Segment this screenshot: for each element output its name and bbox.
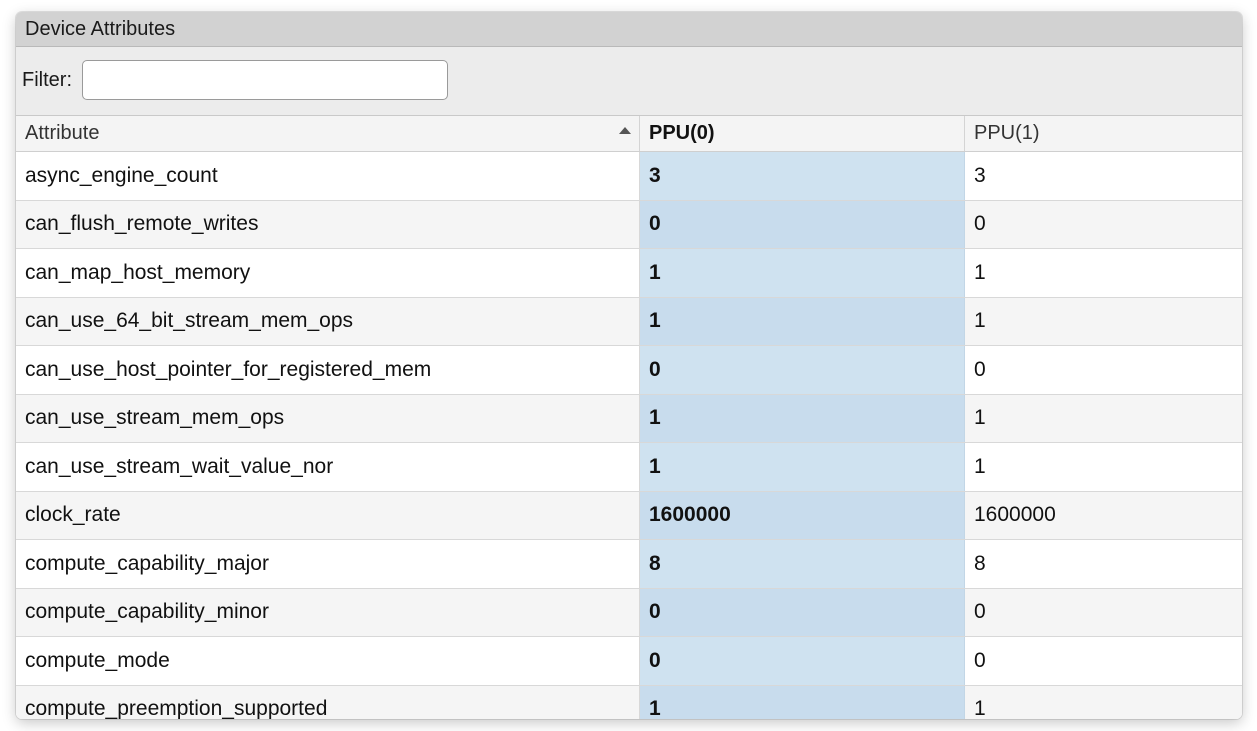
table-row[interactable]: can_use_stream_mem_ops 1 1 <box>16 394 1242 443</box>
cell-ppu0: 1 <box>640 685 965 719</box>
table-row[interactable]: can_flush_remote_writes 0 0 <box>16 200 1242 249</box>
cell-ppu1: 0 <box>974 357 986 381</box>
table-row[interactable]: compute_capability_major 8 8 <box>16 540 1242 589</box>
table-row[interactable]: can_map_host_memory 1 1 <box>16 249 1242 298</box>
cell-ppu0: 8 <box>640 540 965 588</box>
column-header-label: PPU(1) <box>974 122 1040 144</box>
cell-ppu1: 0 <box>974 212 986 236</box>
sort-ascending-icon <box>619 127 631 134</box>
cell-ppu1: 1 <box>974 697 986 719</box>
cell-ppu0: 0 <box>640 588 965 636</box>
cell-attribute: can_use_host_pointer_for_registered_mem <box>16 346 640 394</box>
column-header-ppu1[interactable]: PPU(1) <box>965 116 1242 151</box>
cell-attribute: clock_rate <box>16 491 640 539</box>
cell-ppu0: 3 <box>640 152 965 200</box>
table-header: Attribute PPU(0) PPU(1) <box>16 116 1242 152</box>
table-row[interactable]: async_engine_count 3 3 <box>16 152 1242 201</box>
table-row[interactable]: clock_rate 1600000 1600000 <box>16 491 1242 540</box>
table-row[interactable]: compute_mode 0 0 <box>16 637 1242 686</box>
cell-attribute: can_flush_remote_writes <box>16 200 640 248</box>
panel-title: Device Attributes <box>25 17 176 40</box>
cell-attribute: compute_mode <box>16 637 640 685</box>
cell-ppu1: 1600000 <box>974 503 1056 527</box>
column-header-label: Attribute <box>25 122 100 144</box>
cell-ppu0: 1 <box>640 297 965 345</box>
filter-row: Filter: <box>16 47 1242 115</box>
cell-attribute: can_use_stream_mem_ops <box>16 394 640 442</box>
cell-attribute: can_map_host_memory <box>16 249 640 297</box>
cell-ppu0: 0 <box>640 200 965 248</box>
column-header-ppu0[interactable]: PPU(0) <box>640 116 965 151</box>
cell-ppu1: 3 <box>974 163 986 187</box>
cell-ppu0: 0 <box>640 637 965 685</box>
table-row[interactable]: compute_preemption_supported 1 1 <box>16 685 1242 719</box>
cell-ppu0: 1 <box>640 443 965 491</box>
cell-ppu0: 1600000 <box>640 491 965 539</box>
cell-ppu1: 1 <box>974 260 986 284</box>
filter-input[interactable] <box>82 60 448 100</box>
cell-ppu0: 1 <box>640 394 965 442</box>
device-attributes-panel: Device Attributes Filter: Attribute PPU(… <box>16 12 1242 719</box>
cell-ppu1: 1 <box>974 309 986 333</box>
cell-ppu1: 0 <box>974 648 986 672</box>
cell-ppu1: 0 <box>974 600 986 624</box>
cell-attribute: compute_capability_minor <box>16 588 640 636</box>
filter-label: Filter: <box>22 68 72 91</box>
cell-ppu0: 0 <box>640 346 965 394</box>
table-body: async_engine_count 3 3 can_flush_remote_wri… <box>16 152 1242 719</box>
table-row[interactable]: can_use_64_bit_stream_mem_ops 1 1 <box>16 297 1242 346</box>
cell-attribute: compute_preemption_supported <box>16 685 640 719</box>
cell-ppu1: 1 <box>974 454 986 478</box>
table-row[interactable]: compute_capability_minor 0 0 <box>16 588 1242 637</box>
column-header-attribute[interactable]: Attribute <box>16 116 640 151</box>
cell-attribute: can_use_stream_wait_value_nor <box>16 443 640 491</box>
cell-attribute: can_use_64_bit_stream_mem_ops <box>16 297 640 345</box>
cell-ppu0: 1 <box>640 249 965 297</box>
table-row[interactable]: can_use_host_pointer_for_registered_mem 0… <box>16 346 1242 395</box>
column-header-label: PPU(0) <box>649 122 715 144</box>
panel-titlebar: Device Attributes <box>16 12 1242 47</box>
cell-ppu1: 1 <box>974 406 986 430</box>
cell-ppu1: 8 <box>974 551 986 575</box>
cell-attribute: async_engine_count <box>16 152 640 200</box>
attributes-table: Attribute PPU(0) PPU(1) async_engine_cou… <box>16 115 1242 719</box>
cell-attribute: compute_capability_major <box>16 540 640 588</box>
table-row[interactable]: can_use_stream_wait_value_nor 1 1 <box>16 443 1242 492</box>
